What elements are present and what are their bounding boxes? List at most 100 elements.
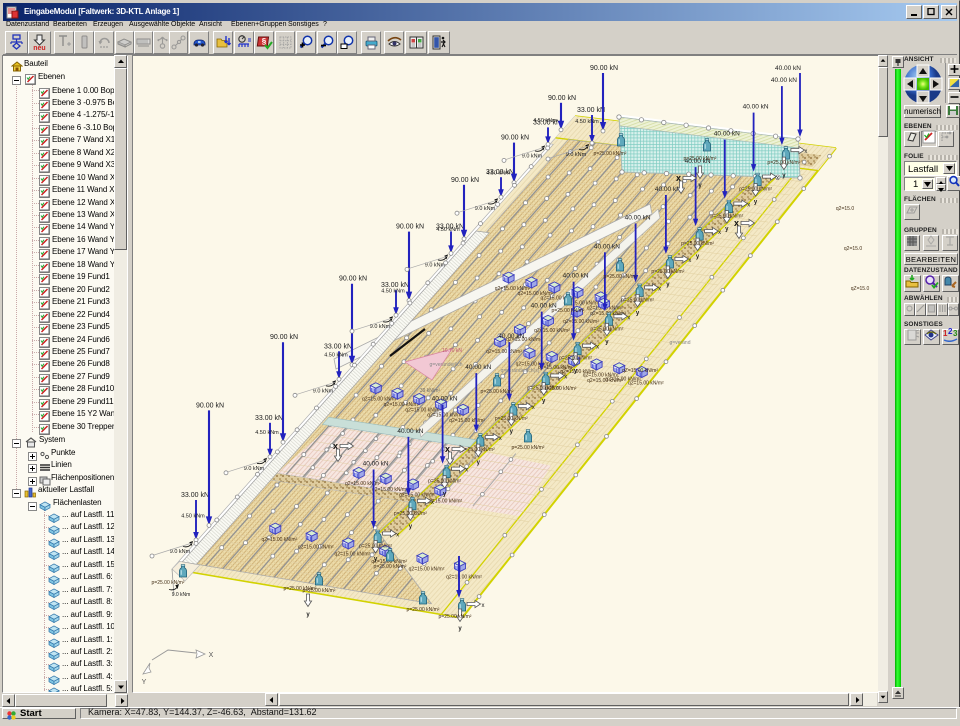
svg-text:q2=15.00 kN/m²: q2=15.00 kN/m² xyxy=(534,328,570,334)
svg-text:4.50 kNm: 4.50 kNm xyxy=(533,118,557,124)
svg-text:p=25.00 kN/m²: p=25.00 kN/m² xyxy=(651,269,684,275)
svg-text:p=25.00 kN/m²: p=25.00 kN/m² xyxy=(407,607,440,613)
svg-text:9.0 kNm: 9.0 kNm xyxy=(522,153,543,159)
svg-text:p=25.00 kN/m²: p=25.00 kN/m² xyxy=(439,614,472,620)
svg-text:33.00 kN: 33.00 kN xyxy=(181,492,209,499)
svg-text:q2=15.00 kN/m²: q2=15.00 kN/m² xyxy=(486,349,522,355)
svg-text:q2=15.0: q2=15.0 xyxy=(836,206,854,212)
svg-text:4.50 kNm: 4.50 kNm xyxy=(255,430,279,436)
svg-text:9.0 kNm: 9.0 kNm xyxy=(172,592,191,598)
svg-text:x: x xyxy=(431,500,434,506)
svg-text:40.00 kN: 40.00 kN xyxy=(625,214,651,221)
svg-text:q2=15.00 kN/m²: q2=15.00 kN/m² xyxy=(261,537,297,543)
svg-text:X: X xyxy=(209,652,214,659)
svg-text:p=25.00 kN/m²: p=25.00 kN/m² xyxy=(604,274,637,280)
svg-text:4.50 kNm: 4.50 kNm xyxy=(575,119,599,125)
svg-text:x: x xyxy=(499,436,502,442)
svg-text:p=25.00 kN/m²: p=25.00 kN/m² xyxy=(152,580,185,586)
svg-text:p=25.00 kN/m²: p=25.00 kN/m² xyxy=(428,479,461,485)
svg-text:g=veränderlich: g=veränderlich xyxy=(430,362,463,368)
svg-text:p=25.00 kN/m²: p=25.00 kN/m² xyxy=(739,187,772,193)
svg-text:9.0 kNm: 9.0 kNm xyxy=(370,324,391,330)
svg-text:90.00 kN: 90.00 kN xyxy=(451,177,479,184)
svg-text:neu: neu xyxy=(33,45,45,51)
svg-text:x: x xyxy=(532,405,535,411)
svg-text:40.00 kN: 40.00 kN xyxy=(775,65,801,72)
svg-text:33.00 kN: 33.00 kN xyxy=(324,343,352,350)
svg-text:q2=15.00 kN/m²: q2=15.00 kN/m² xyxy=(298,544,334,550)
svg-text:33.00 kN: 33.00 kN xyxy=(255,415,283,422)
svg-text:p=25.00 kN/m²: p=25.00 kN/m² xyxy=(462,447,495,453)
svg-text:4.50 kNm: 4.50 kNm xyxy=(324,353,348,359)
svg-text:q2=15.00 kN/m²: q2=15.00 kN/m² xyxy=(409,567,445,573)
svg-text:90.00 kN: 90.00 kN xyxy=(396,224,424,231)
svg-text:q2=15.00 kN/m²: q2=15.00 kN/m² xyxy=(449,418,485,424)
svg-text:x: x xyxy=(627,315,630,321)
svg-text:9.0 kNm: 9.0 kNm xyxy=(475,206,496,212)
svg-text:p=25.00 kN/m²: p=25.00 kN/m² xyxy=(590,326,623,332)
svg-text:x: x xyxy=(465,468,468,474)
svg-text:p=25.00 kN/m²: p=25.00 kN/m² xyxy=(495,416,528,422)
svg-text:q2=15.00 kN/m²: q2=15.00 kN/m² xyxy=(334,552,370,558)
svg-text:90.00 kN: 90.00 kN xyxy=(196,402,224,409)
svg-text:33.00 kN: 33.00 kN xyxy=(577,107,605,114)
svg-text:40.00 kN: 40.00 kN xyxy=(498,333,524,340)
svg-text:q2=15.0: q2=15.0 xyxy=(844,246,862,252)
svg-text:39 kN/m²: 39 kN/m² xyxy=(420,388,441,394)
svg-text:40.00 kN: 40.00 kN xyxy=(563,273,589,280)
svg-text:90.00 kN: 90.00 kN xyxy=(270,334,298,341)
svg-text:4.50 kNm: 4.50 kNm xyxy=(486,171,510,177)
svg-text:40.00 kN: 40.00 kN xyxy=(743,104,769,111)
svg-text:9.0 kNm: 9.0 kNm xyxy=(244,466,265,472)
svg-text:p=25.00 kN/m²: p=25.00 kN/m² xyxy=(552,308,585,314)
svg-text:q=veränderlich(s): q=veränderlich(s) xyxy=(501,368,540,374)
svg-text:p=25.00 kN/m²: p=25.00 kN/m² xyxy=(374,564,407,570)
svg-text:40.00 kN: 40.00 kN xyxy=(432,396,458,403)
svg-text:90.00 kN: 90.00 kN xyxy=(339,276,367,283)
svg-text:40.00 kN: 40.00 kN xyxy=(594,243,620,250)
svg-text:9.0 kNm: 9.0 kNm xyxy=(425,262,446,268)
svg-text:p=25.00 kN/m²: p=25.00 kN/m² xyxy=(481,389,514,395)
svg-text:x: x xyxy=(396,533,399,539)
svg-text:9.0 kNm: 9.0 kNm xyxy=(313,388,334,394)
svg-text:9.0 kNm: 9.0 kNm xyxy=(170,549,191,555)
svg-text:p=25.00 kN/m²: p=25.00 kN/m² xyxy=(394,511,427,517)
svg-text:40.00 kN: 40.00 kN xyxy=(655,186,681,193)
svg-text:q2=15.00 kN/m²: q2=15.00 kN/m² xyxy=(587,378,623,384)
svg-text:40.00 kN: 40.00 kN xyxy=(465,364,491,371)
svg-text:p=25.00 kN/m²: p=25.00 kN/m² xyxy=(359,544,392,550)
svg-text:§: § xyxy=(261,37,266,46)
svg-text:40.00 kN: 40.00 kN xyxy=(397,428,423,435)
svg-text:q2=15.00 kN/m²: q2=15.00 kN/m² xyxy=(628,380,664,386)
svg-text:x: x xyxy=(776,176,779,182)
svg-text:4.50 kNm: 4.50 kNm xyxy=(381,289,405,295)
svg-text:x: x xyxy=(482,603,485,609)
svg-text:4.50 kNm: 4.50 kNm xyxy=(181,513,205,519)
svg-text:p=25.00 kN/m²: p=25.00 kN/m² xyxy=(621,297,654,303)
svg-text:p=25.00 kN/m²: p=25.00 kN/m² xyxy=(767,160,800,166)
svg-text:90.00 kN: 90.00 kN xyxy=(548,95,576,102)
svg-text:3: 3 xyxy=(953,329,958,338)
svg-text:p=25.00 kN/m²: p=25.00 kN/m² xyxy=(681,241,714,247)
svg-text:qZ=15.0: qZ=15.0 xyxy=(851,286,870,292)
svg-text:p=25.00 kN/m²: p=25.00 kN/m² xyxy=(284,586,317,592)
svg-text:p=25.00 kN/m²: p=25.00 kN/m² xyxy=(512,445,545,451)
svg-text:Y: Y xyxy=(142,679,147,686)
svg-text:qZ=15.00 kN/m²: qZ=15.00 kN/m² xyxy=(622,368,658,374)
svg-text:40.00 kN: 40.00 kN xyxy=(363,461,389,468)
svg-text:p=25.00 kN/m²: p=25.00 kN/m² xyxy=(594,151,627,157)
svg-text:p=25.00 kN/m²: p=25.00 kN/m² xyxy=(559,356,592,362)
svg-text:q2=15.00 kN/m²: q2=15.00 kN/m² xyxy=(563,319,599,325)
svg-text:x: x xyxy=(564,375,567,381)
svg-text:9.0 kNm: 9.0 kNm xyxy=(566,152,587,158)
svg-text:x: x xyxy=(688,258,691,264)
svg-text:q2=15.00 kN/m²: q2=15.00 kN/m² xyxy=(446,574,482,580)
svg-text:g=veränd: g=veränd xyxy=(670,340,691,346)
svg-text:x: x xyxy=(804,149,807,155)
svg-text:4.50 kNm: 4.50 kNm xyxy=(436,227,460,233)
svg-text:p=25.00 kN/m²: p=25.00 kN/m² xyxy=(684,156,717,162)
svg-text:90.00 kN: 90.00 kN xyxy=(501,135,529,142)
svg-text:40.00 kN: 40.00 kN xyxy=(771,77,797,84)
svg-text:x: x xyxy=(718,230,721,236)
svg-text:x: x xyxy=(596,345,599,351)
